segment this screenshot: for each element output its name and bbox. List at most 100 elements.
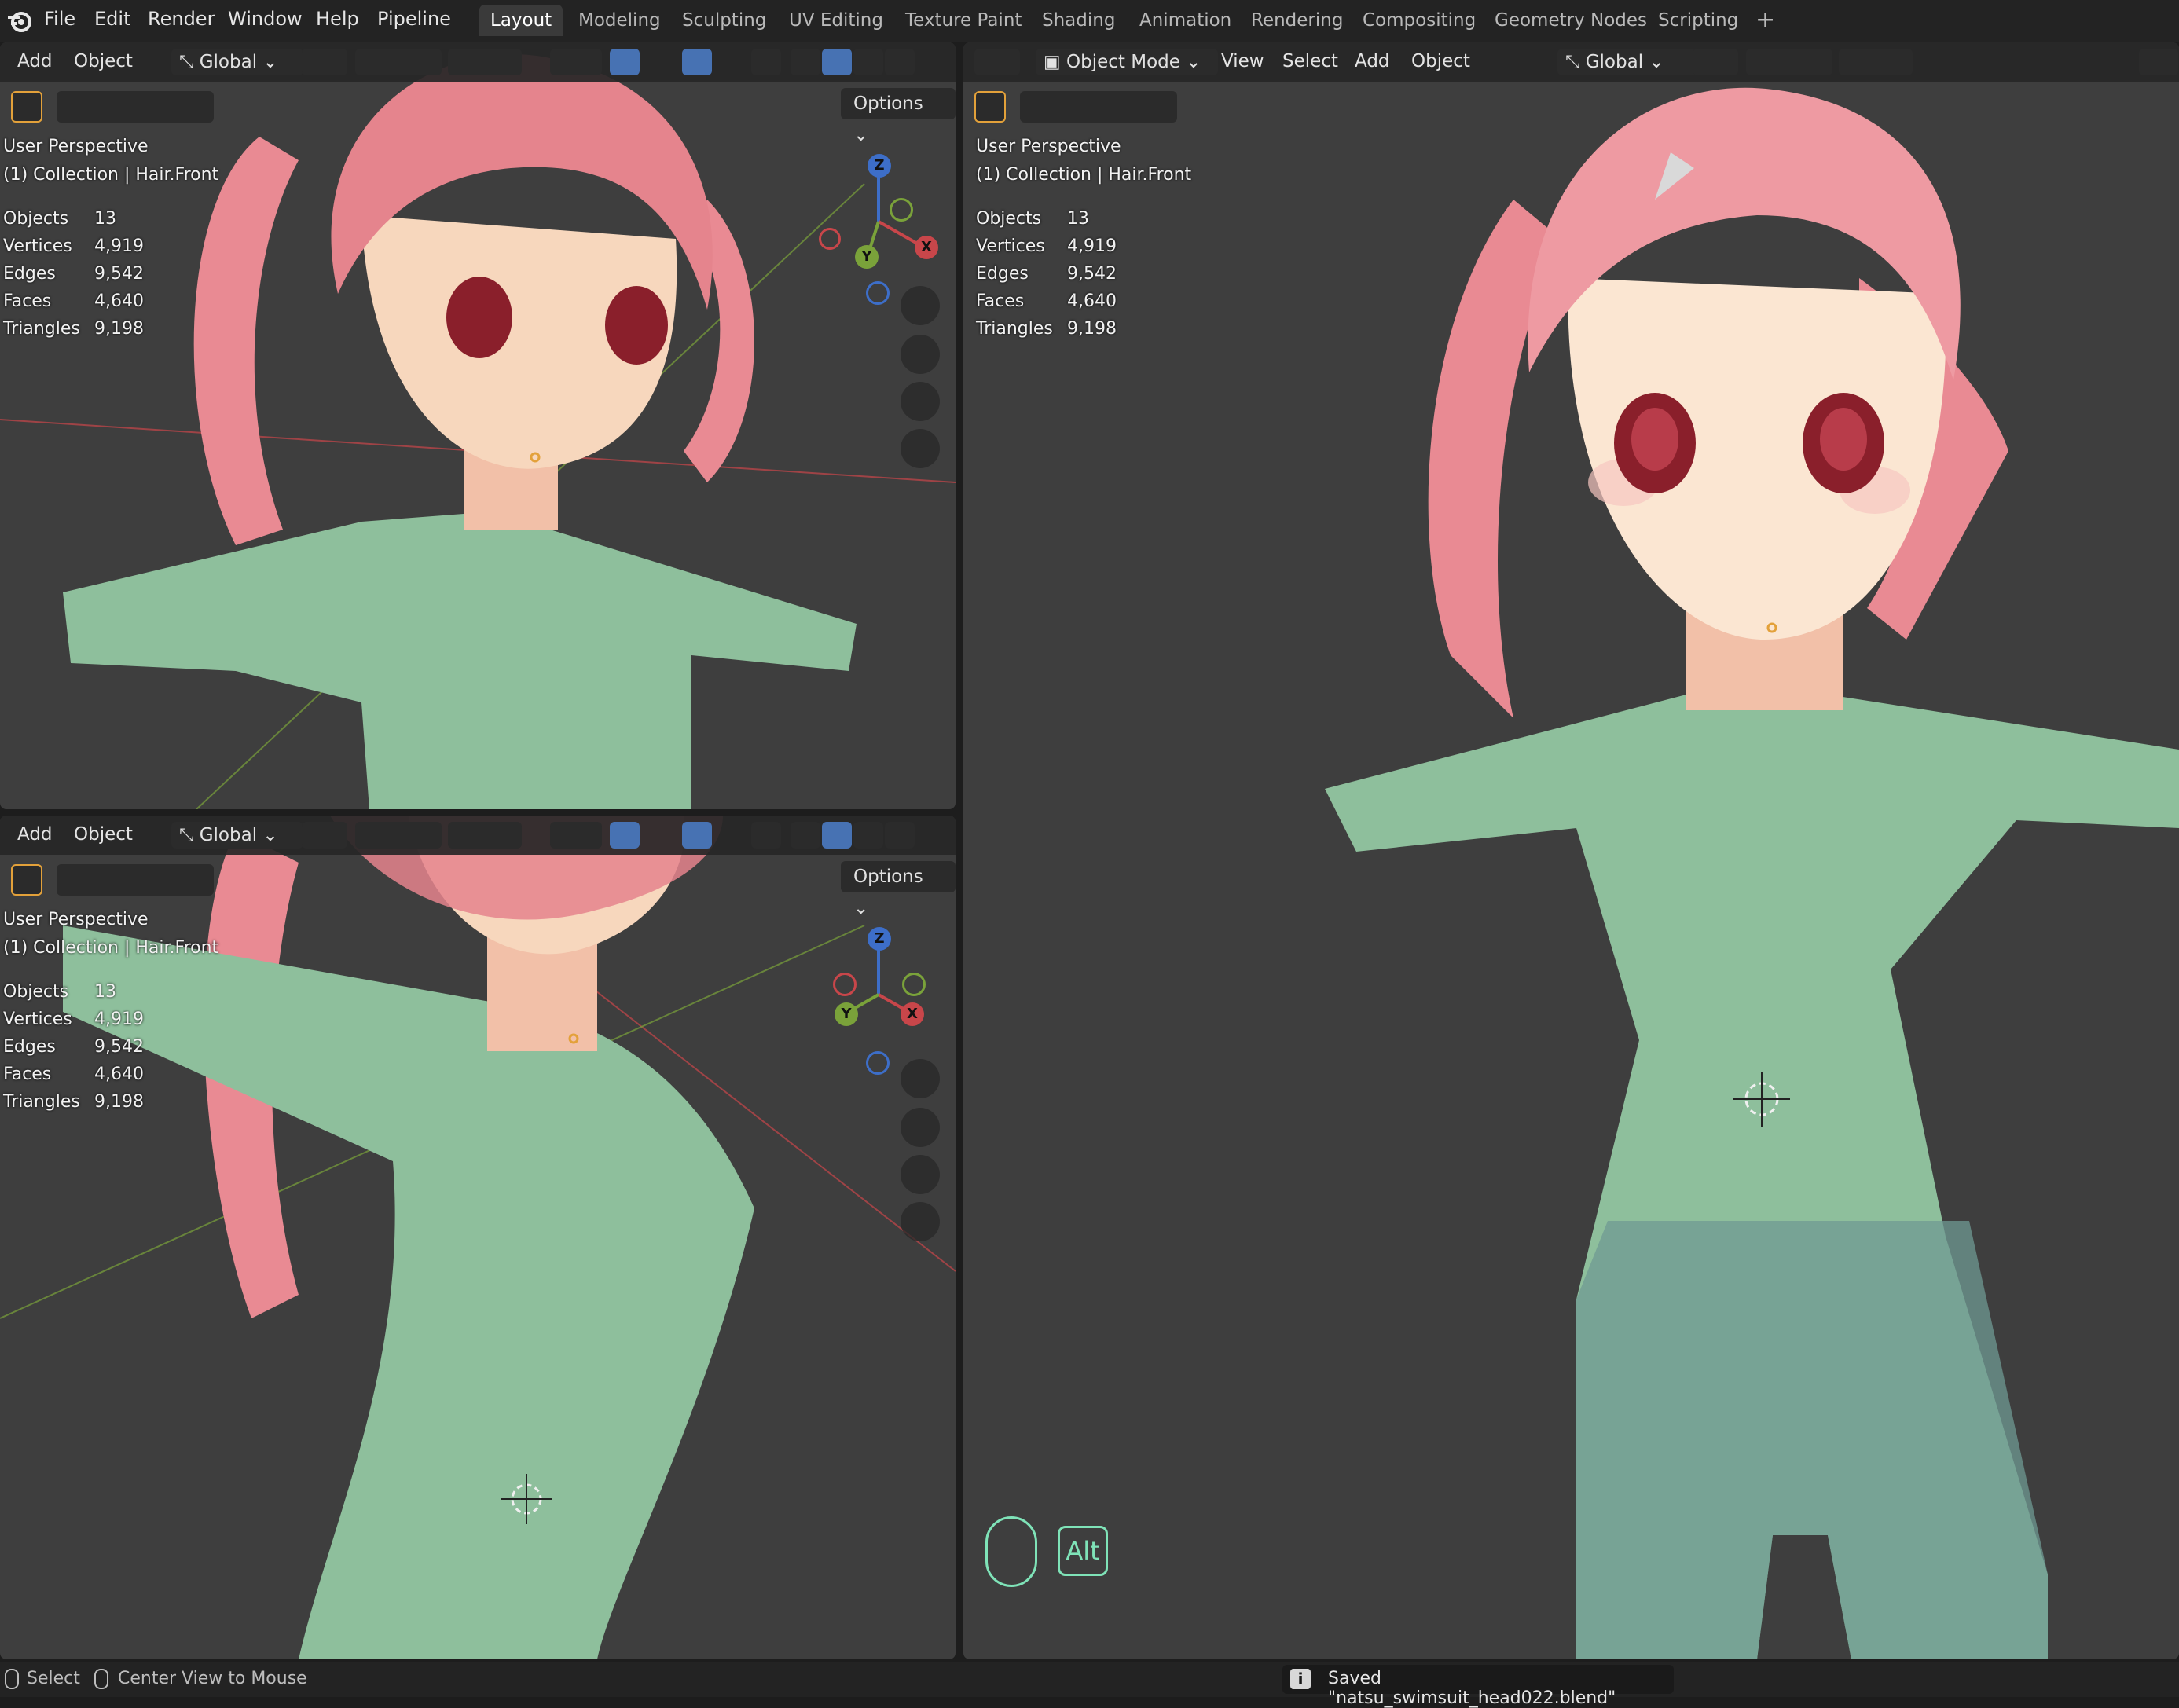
visibility-icon[interactable]: [550, 49, 602, 75]
mouse-middle-icon: [94, 1669, 108, 1689]
top-menu-bar: File Edit Render Window Help Pipeline La…: [0, 0, 2179, 42]
gizmo-z-axis[interactable]: Z: [868, 927, 891, 951]
orientation-icon: ⤡: [179, 52, 200, 72]
shading-solid-icon[interactable]: [822, 49, 852, 75]
viewport-top-left[interactable]: Add Object ⤡ Global ⌄ Options ⌄ User Per…: [0, 42, 956, 809]
select-tool-icon[interactable]: [974, 91, 1006, 123]
tab-compositing[interactable]: Compositing: [1352, 5, 1487, 36]
gizmo-neg-z-axis[interactable]: [866, 1051, 890, 1075]
shading-solid-icon[interactable]: [822, 822, 852, 849]
xray-toggle-icon[interactable]: [751, 49, 781, 75]
shading-wireframe-icon[interactable]: [791, 822, 820, 849]
gizmo-y-axis[interactable]: Y: [855, 245, 879, 269]
info-icon: i: [1290, 1669, 1311, 1689]
tab-scripting[interactable]: Scripting: [1647, 5, 1749, 36]
select-tool-icon[interactable]: [11, 864, 42, 896]
stats-triangles: Triangles 9,198: [3, 1092, 144, 1112]
overlay-toggle-icon[interactable]: [682, 49, 712, 75]
menu-add[interactable]: Add: [1355, 51, 1390, 71]
gizmo-z-axis[interactable]: Z: [868, 154, 891, 178]
transform-orientation-dropdown[interactable]: ⤡ Global ⌄: [1557, 49, 1699, 75]
gizmo-neg-z-axis[interactable]: [866, 281, 890, 305]
shading-material-icon[interactable]: [853, 49, 883, 75]
snap-icon[interactable]: [1746, 49, 1832, 75]
menu-render[interactable]: Render: [148, 8, 215, 30]
visibility-icon[interactable]: [2139, 49, 2178, 75]
pivot-point-icon[interactable]: [302, 49, 347, 75]
tab-shading[interactable]: Shading: [1031, 5, 1126, 36]
tab-layout[interactable]: Layout: [479, 5, 563, 36]
camera-view-icon[interactable]: [901, 1155, 940, 1194]
tab-uv-editing[interactable]: UV Editing: [778, 5, 894, 36]
menu-add[interactable]: Add: [17, 824, 53, 845]
transform-orientation-dropdown[interactable]: ⤡ Global ⌄: [171, 822, 303, 849]
transform-orientation-dropdown[interactable]: ⤡ Global ⌄: [171, 49, 303, 75]
menu-edit[interactable]: Edit: [94, 8, 130, 30]
proportional-edit-icon[interactable]: [448, 49, 522, 75]
shading-rendered-icon[interactable]: [885, 49, 915, 75]
menu-object[interactable]: Object: [74, 51, 133, 71]
viewport-bottom-left[interactable]: Add Object ⤡ Global ⌄ Options ⌄ User Per…: [0, 816, 956, 1659]
snap-icon[interactable]: [355, 822, 442, 849]
proportional-edit-icon[interactable]: [448, 822, 522, 849]
menu-object[interactable]: Object: [1411, 51, 1470, 71]
tab-rendering[interactable]: Rendering: [1240, 5, 1354, 36]
selection-mode-icons[interactable]: [57, 864, 214, 896]
stats-vertices: Vertices 4,919: [3, 236, 144, 256]
perspective-toggle-icon[interactable]: [901, 1202, 940, 1241]
menu-select[interactable]: Select: [1282, 51, 1338, 71]
zoom-icon[interactable]: [901, 286, 940, 325]
stats-edges: Edges 9,542: [976, 264, 1117, 284]
menu-help[interactable]: Help: [316, 8, 359, 30]
pan-hand-icon[interactable]: [901, 335, 940, 374]
gizmo-x-axis[interactable]: X: [915, 236, 938, 259]
menu-view[interactable]: View: [1221, 51, 1264, 71]
shading-material-icon[interactable]: [853, 822, 883, 849]
gizmo-neg-x-axis[interactable]: [819, 228, 841, 250]
gizmo-neg-x-axis[interactable]: [833, 973, 857, 996]
menu-object[interactable]: Object: [74, 824, 133, 845]
select-tool-icon[interactable]: [11, 91, 42, 123]
perspective-toggle-icon[interactable]: [901, 429, 940, 468]
tab-modeling[interactable]: Modeling: [567, 5, 672, 36]
shading-rendered-icon[interactable]: [885, 822, 915, 849]
status-bar: Select Center View to Mouse i Saved "nat…: [0, 1662, 2179, 1708]
viewport-right[interactable]: ▣ Object Mode ⌄ View Select Add Object ⤡…: [963, 42, 2179, 1659]
tab-sculpting[interactable]: Sculpting: [671, 5, 777, 36]
gizmo-toggle-icon[interactable]: [610, 49, 640, 75]
selection-mode-icons[interactable]: [1020, 91, 1177, 123]
options-dropdown[interactable]: Options ⌄: [841, 861, 956, 918]
tab-texture-paint[interactable]: Texture Paint: [894, 5, 1033, 36]
options-dropdown[interactable]: Options ⌄: [841, 88, 956, 145]
viewport-header: Add Object ⤡ Global ⌄: [0, 816, 956, 855]
tab-animation[interactable]: Animation: [1128, 5, 1242, 36]
editor-type-icon[interactable]: [974, 49, 1020, 75]
gizmo-toggle-icon[interactable]: [610, 822, 640, 849]
add-workspace-button[interactable]: +: [1744, 5, 1786, 36]
pivot-point-icon[interactable]: [302, 822, 347, 849]
visibility-icon[interactable]: [550, 822, 602, 849]
zoom-icon[interactable]: [901, 1059, 940, 1098]
selection-mode-icons[interactable]: [57, 91, 214, 123]
menu-window[interactable]: Window: [228, 8, 303, 30]
saved-notification[interactable]: i Saved "natsu_swimsuit_head022.blend": [1282, 1665, 1674, 1708]
menu-file[interactable]: File: [44, 8, 75, 30]
tab-geometry-nodes[interactable]: Geometry Nodes: [1484, 5, 1658, 36]
gizmo-x-axis[interactable]: X: [901, 1002, 924, 1026]
gizmo-neg-y-axis[interactable]: [902, 973, 926, 996]
camera-view-icon[interactable]: [901, 382, 940, 421]
proportional-edit-icon[interactable]: [1839, 49, 1913, 75]
shading-wireframe-icon[interactable]: [791, 49, 820, 75]
gizmo-neg-y-axis[interactable]: [890, 198, 913, 222]
menu-add[interactable]: Add: [17, 51, 53, 71]
menu-pipeline[interactable]: Pipeline: [377, 8, 451, 30]
xray-toggle-icon[interactable]: [751, 822, 781, 849]
stats-edges: Edges 9,542: [3, 264, 144, 284]
pivot-point-icon[interactable]: [1693, 49, 1738, 75]
pan-hand-icon[interactable]: [901, 1108, 940, 1147]
gizmo-y-axis[interactable]: Y: [835, 1002, 858, 1026]
object-mode-dropdown[interactable]: ▣ Object Mode ⌄: [1036, 49, 1218, 75]
blender-logo-icon[interactable]: [6, 8, 33, 35]
snap-icon[interactable]: [355, 49, 442, 75]
overlay-toggle-icon[interactable]: [682, 822, 712, 849]
